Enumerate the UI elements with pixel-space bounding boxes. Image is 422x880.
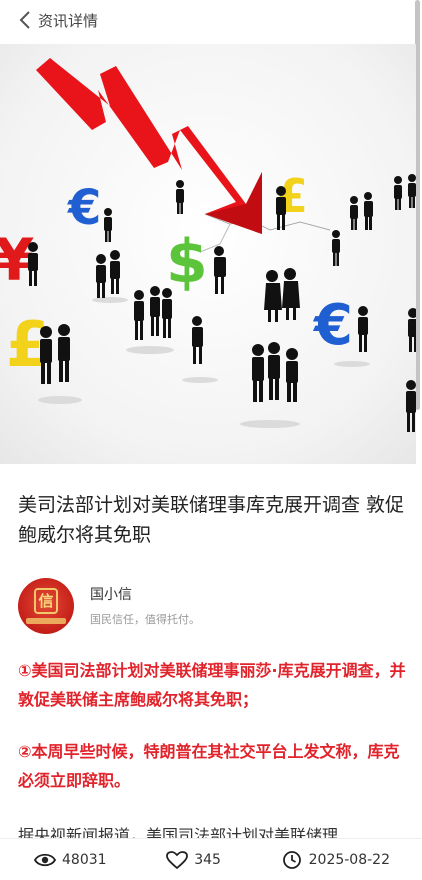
article-title: 美司法部计划对美联储理事库克展开调查 敦促鲍威尔将其免职 — [18, 494, 405, 546]
avatar-seal-icon: 信 — [34, 588, 58, 614]
likes-stat[interactable]: 345 — [166, 850, 221, 869]
date-stat: 2025-08-22 — [281, 850, 390, 869]
author-motto: 国民信任，值得托付。 — [90, 613, 200, 626]
economy-crash-illustration: € $ £ ¥ £ € — [0, 44, 416, 464]
eye-icon — [34, 853, 56, 866]
bottom-stats-bar: 48031 345 2025-08-22 — [0, 838, 422, 880]
chevron-left-icon — [19, 11, 30, 29]
back-button[interactable]: 资讯详情 — [18, 10, 98, 31]
views-stat: 48031 — [34, 851, 107, 869]
page-title: 资讯详情 — [38, 11, 99, 30]
top-bar: 资讯详情 — [0, 0, 422, 40]
avatar[interactable]: 信 — [18, 578, 74, 634]
likes-count: 345 — [194, 851, 221, 868]
clock-icon — [282, 850, 301, 869]
euro-icon-2: € — [312, 293, 353, 358]
heart-icon[interactable] — [166, 850, 189, 869]
euro-icon: € — [67, 180, 101, 236]
publish-date: 2025-08-22 — [308, 851, 390, 868]
views-count: 48031 — [62, 851, 107, 868]
hero-image: € $ £ ¥ £ € — [0, 44, 416, 464]
author-block[interactable]: 信 国小信 国民信任，值得托付。 — [18, 578, 408, 634]
highlight-paragraph-2: ②本周早些时候，特朗普在其社交平台上发文称，库克必须立即辞职。 — [18, 742, 400, 790]
highlight-paragraph-1: ①美国司法部计划对美联储理事丽莎·库克展开调查，并敦促美联储主席鲍威尔将其免职； — [18, 661, 406, 709]
author-name[interactable]: 国小信 — [90, 585, 200, 605]
dollar-icon: $ — [166, 227, 208, 297]
